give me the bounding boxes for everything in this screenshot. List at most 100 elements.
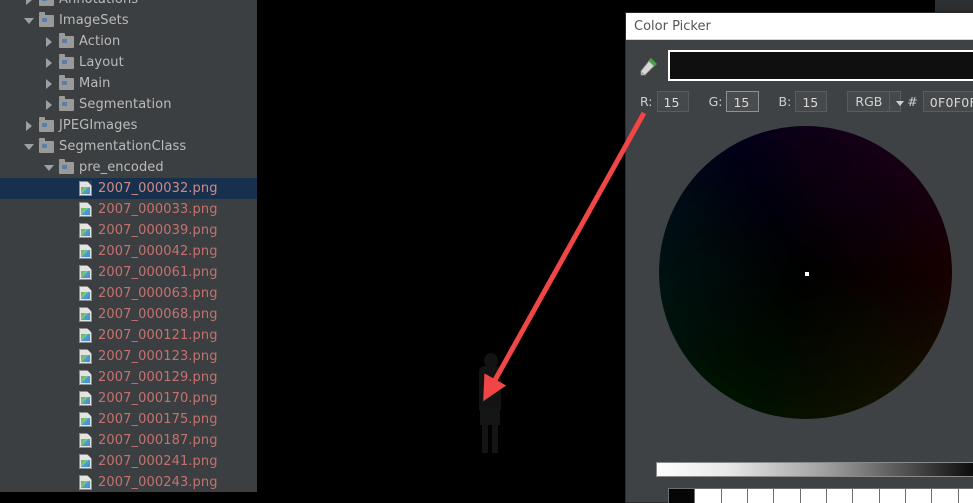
tree-item-label: 2007_000129.png	[98, 370, 218, 385]
color-wheel-cursor[interactable]	[804, 272, 809, 276]
chevron-right-icon[interactable]	[24, 120, 35, 131]
tree-folder-row[interactable]: Segmentation	[0, 94, 257, 115]
tree-folder-row[interactable]: Annotations	[0, 0, 257, 10]
swatch-cell[interactable]	[695, 489, 722, 503]
color-picker-titlebar: Color Picker	[626, 13, 973, 40]
png-file-icon	[79, 328, 92, 343]
value-brightness-slider[interactable]	[656, 462, 973, 477]
swatch-cell[interactable]	[774, 489, 801, 503]
swatch-cell[interactable]	[906, 489, 933, 503]
tree-folder-row[interactable]: JPEGImages	[0, 115, 257, 136]
tree-item-label: Segmentation	[79, 97, 172, 112]
png-file-icon	[79, 454, 92, 469]
tree-file-row[interactable]: 2007_000042.png	[0, 241, 257, 262]
tree-item-label: pre_encoded	[79, 160, 164, 175]
tree-file-row[interactable]: 2007_000170.png	[0, 388, 257, 409]
tree-item-label: 2007_000175.png	[98, 412, 218, 427]
color-picker-title: Color Picker	[634, 18, 711, 34]
silhouette-torso	[479, 366, 501, 411]
swatch-cell[interactable]	[721, 489, 748, 503]
png-file-icon	[79, 244, 92, 259]
folder-icon	[39, 137, 54, 153]
tree-file-row[interactable]: 2007_000039.png	[0, 220, 257, 241]
application-window: Annotations ImageSets Action Layout Main Segm…	[0, 0, 973, 503]
tree-item-label: Action	[79, 34, 121, 49]
tree-item-label: 2007_000170.png	[98, 391, 218, 406]
swatch-cell[interactable]	[853, 489, 880, 503]
color-swatch-grid[interactable]	[668, 488, 973, 503]
tree-file-row[interactable]: 2007_000032.png	[0, 178, 257, 199]
png-file-icon	[79, 265, 92, 280]
color-mode-button[interactable]: RGB	[847, 91, 891, 112]
tree-file-row[interactable]: 2007_000123.png	[0, 346, 257, 367]
swatch-cell[interactable]	[669, 489, 696, 503]
tree-folder-row[interactable]: ImageSets	[0, 10, 257, 31]
folder-icon	[39, 0, 54, 6]
chevron-right-icon[interactable]	[24, 0, 35, 5]
color-picker-dialog[interactable]: Color Picker R: 15 G: 15 B: 15 RGB # 0F0…	[625, 12, 973, 503]
chevron-down-icon[interactable]	[24, 141, 35, 152]
tree-file-row[interactable]: 2007_000241.png	[0, 451, 257, 472]
tree-item-label: Annotations	[59, 0, 138, 10]
tree-file-row[interactable]: 2007_000061.png	[0, 262, 257, 283]
swatch-cell[interactable]	[958, 489, 973, 503]
tree-file-row[interactable]: 2007_000068.png	[0, 304, 257, 325]
swatch-cell[interactable]	[748, 489, 775, 503]
swatch-cell[interactable]	[827, 489, 854, 503]
folder-icon	[59, 74, 74, 90]
hex-input[interactable]: 0F0F0F	[922, 91, 973, 112]
chevron-right-icon[interactable]	[44, 57, 55, 68]
r-input[interactable]: 15	[656, 91, 689, 112]
color-preview-swatch[interactable]	[668, 50, 973, 81]
tree-file-row[interactable]: 2007_000033.png	[0, 199, 257, 220]
r-label: R:	[640, 94, 653, 109]
swatch-cell[interactable]	[879, 489, 906, 503]
png-file-icon	[79, 202, 92, 217]
color-wheel-area[interactable]	[658, 126, 952, 419]
eyedropper-icon[interactable]	[638, 55, 660, 77]
tree-file-row[interactable]: 2007_000175.png	[0, 409, 257, 430]
chevron-down-icon[interactable]	[24, 15, 35, 26]
tree-file-row[interactable]: 2007_000121.png	[0, 325, 257, 346]
tree-item-label: 2007_000121.png	[98, 328, 218, 343]
png-file-icon	[79, 433, 92, 448]
tree-item-label: ImageSets	[59, 13, 129, 28]
b-input[interactable]: 15	[795, 91, 828, 112]
color-picker-body: R: 15 G: 15 B: 15 RGB # 0F0F0F http://bl…	[626, 40, 973, 503]
tree-file-row[interactable]: 2007_000063.png	[0, 283, 257, 304]
folder-icon	[59, 95, 74, 111]
chevron-right-icon[interactable]	[44, 36, 55, 47]
tree-item-label: 2007_000123.png	[98, 349, 218, 364]
g-input[interactable]: 15	[726, 91, 759, 112]
chevron-down-icon[interactable]	[890, 91, 905, 112]
tree-file-row[interactable]: 2007_000129.png	[0, 367, 257, 388]
tree-folder-row[interactable]: Main	[0, 73, 257, 94]
tree-item-label: 2007_000063.png	[98, 286, 218, 301]
png-file-icon	[79, 412, 92, 427]
folder-icon	[39, 116, 54, 132]
chevron-right-icon[interactable]	[44, 99, 55, 110]
tree-item-label: 2007_000068.png	[98, 307, 218, 322]
tree-file-row[interactable]: 2007_000187.png	[0, 430, 257, 451]
g-label: G:	[708, 94, 723, 109]
b-label: B:	[778, 94, 792, 109]
chevron-right-icon[interactable]	[44, 78, 55, 89]
project-file-tree[interactable]: Annotations ImageSets Action Layout Main Segm…	[0, 0, 257, 492]
tree-item-label: 2007_000042.png	[98, 244, 218, 259]
tree-folder-row[interactable]: SegmentationClass	[0, 136, 257, 157]
swatch-cell[interactable]	[932, 489, 959, 503]
folder-icon	[59, 158, 74, 174]
tree-folder-row[interactable]: pre_encoded	[0, 157, 257, 178]
swatch-cell[interactable]	[800, 489, 827, 503]
tree-item-label: Layout	[79, 55, 124, 70]
tree-folder-row[interactable]: Layout	[0, 52, 257, 73]
tree-file-row[interactable]: 2007_000243.png	[0, 472, 257, 492]
person-silhouette	[473, 353, 507, 453]
chevron-down-icon[interactable]	[44, 162, 55, 173]
tree-folder-row[interactable]: Action	[0, 31, 257, 52]
